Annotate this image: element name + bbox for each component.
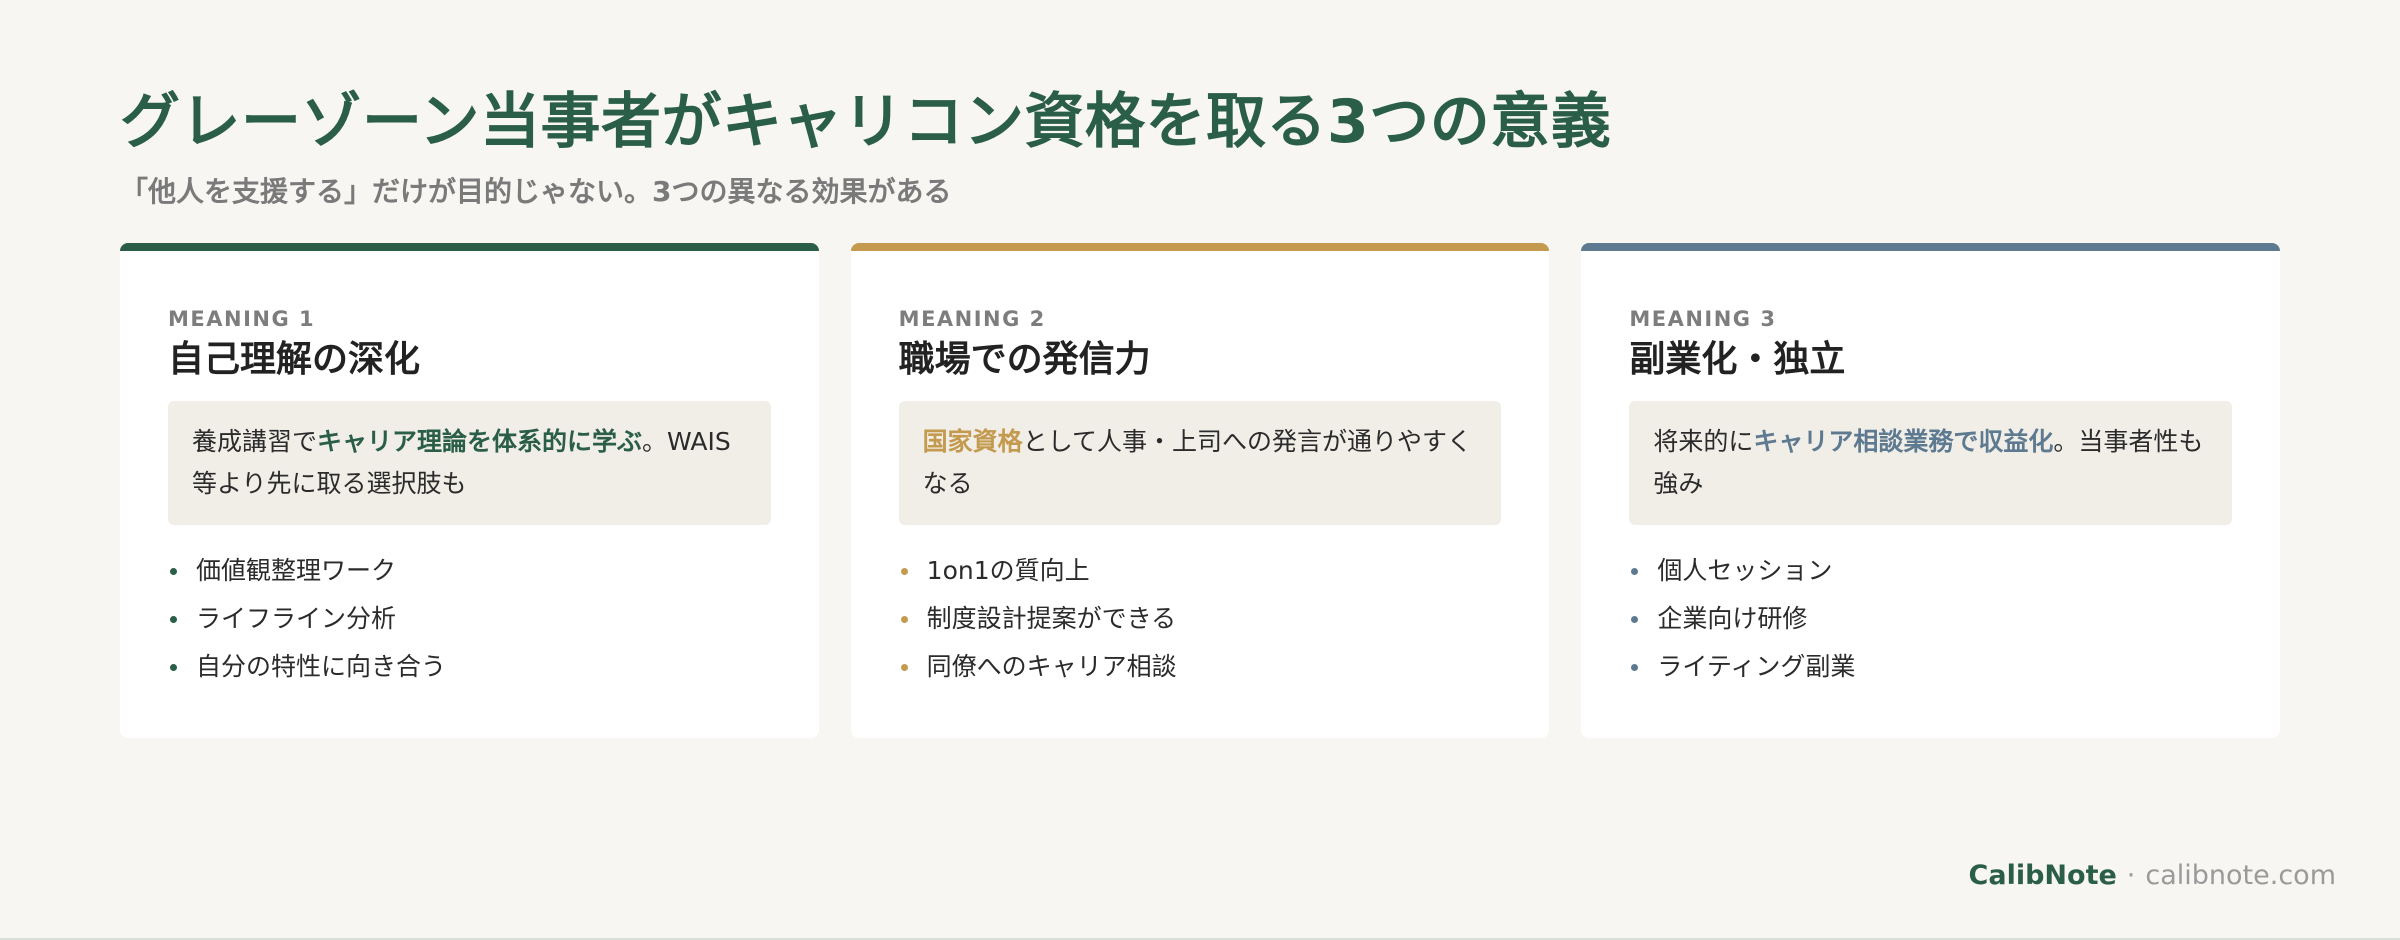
list-item: 個人セッション [1629,547,2232,595]
list-item-text: 自分の特性に向き合う [196,652,447,681]
card-kicker: MEANING 3 [1629,307,1777,331]
list-item: 企業向け研修 [1629,595,2232,643]
card-title: 自己理解の深化 [168,339,421,380]
bullet-dot-icon [1631,568,1639,575]
list-item-text: 価値観整理ワーク [196,556,397,585]
bullet-list: 1on1の質向上 制度設計提案ができる 同僚へのキャリア相談 [899,547,1502,691]
list-item: 自分の特性に向き合う [168,643,771,691]
footer-separator: · [2126,860,2136,891]
bullet-dot-icon [170,616,177,623]
list-item: 1on1の質向上 [899,547,1502,595]
list-item: 価値観整理ワーク [168,547,771,595]
bullet-dot-icon [900,664,908,671]
card-title: 職場での発信力 [898,339,1151,380]
list-item-text: 個人セッション [1657,556,1833,585]
bullet-dot-icon [1631,616,1639,623]
list-item: 制度設計提案ができる [899,595,1502,643]
card-kicker: MEANING 1 [168,307,316,331]
page-subtitle: 「他人を支援する」だけが目的じゃない。3つの異なる効果がある [120,175,952,208]
list-item-text: ライティング副業 [1657,652,1856,681]
summary-highlight: キャリア相談業務で収益化 [1753,427,2054,456]
list-item-text: ライフライン分析 [196,604,397,633]
brand-name: CalibNote [1968,860,2117,891]
bullet-dot-icon [170,568,177,575]
summary-text: 養成講習で [192,427,318,456]
bullet-list: 価値観整理ワーク ライフライン分析 自分の特性に向き合う [168,547,771,691]
bullet-list: 個人セッション 企業向け研修 ライティング副業 [1629,547,2232,691]
summary-text: 将来的に [1653,427,1754,456]
list-item-text: 制度設計提案ができる [926,604,1177,633]
card-summary-box: 将来的にキャリア相談業務で収益化。当事者性も強み [1629,401,2233,525]
list-item: 同僚へのキャリア相談 [899,643,1502,691]
meaning-card-3: MEANING 3 副業化・独立 将来的にキャリア相談業務で収益化。当事者性も強… [1581,243,2281,738]
list-item: ライフライン分析 [168,595,771,643]
card-title: 副業化・独立 [1629,339,1846,380]
card-summary-box: 養成講習でキャリア理論を体系的に学ぶ。WAIS等より先に取る選択肢も [168,401,771,525]
bullet-dot-icon [170,664,177,671]
card-kicker: MEANING 2 [898,307,1046,331]
site-url: calibnote.com [2145,860,2336,891]
list-item-text: 同僚へのキャリア相談 [926,652,1177,681]
list-item-text: 企業向け研修 [1657,604,1808,633]
list-item-text: 1on1の質向上 [926,556,1090,585]
summary-highlight: キャリア理論を体系的に学ぶ [317,427,643,456]
card-summary-box: 国家資格として人事・上司への発言が通りやすくなる [898,401,1502,525]
meaning-card-2: MEANING 2 職場での発信力 国家資格として人事・上司への発言が通りやすく… [850,243,1550,738]
meaning-card-1: MEANING 1 自己理解の深化 養成講習でキャリア理論を体系的に学ぶ。WAI… [120,243,819,738]
list-item: ライティング副業 [1629,643,2232,691]
bullet-dot-icon [900,568,908,575]
bullet-dot-icon [1631,664,1639,671]
meaning-cards: MEANING 1 自己理解の深化 養成講習でキャリア理論を体系的に学ぶ。WAI… [120,243,2281,738]
bullet-dot-icon [900,616,908,623]
slide: グレーゾーン当事者がキャリコン資格を取る3つの意義 「他人を支援する」だけが目的… [120,0,2281,940]
page-title: グレーゾーン当事者がキャリコン資格を取る3つの意義 [120,87,1612,157]
summary-highlight: 国家資格 [922,427,1023,456]
footer-credit: CalibNote · calibnote.com [1969,856,2336,896]
